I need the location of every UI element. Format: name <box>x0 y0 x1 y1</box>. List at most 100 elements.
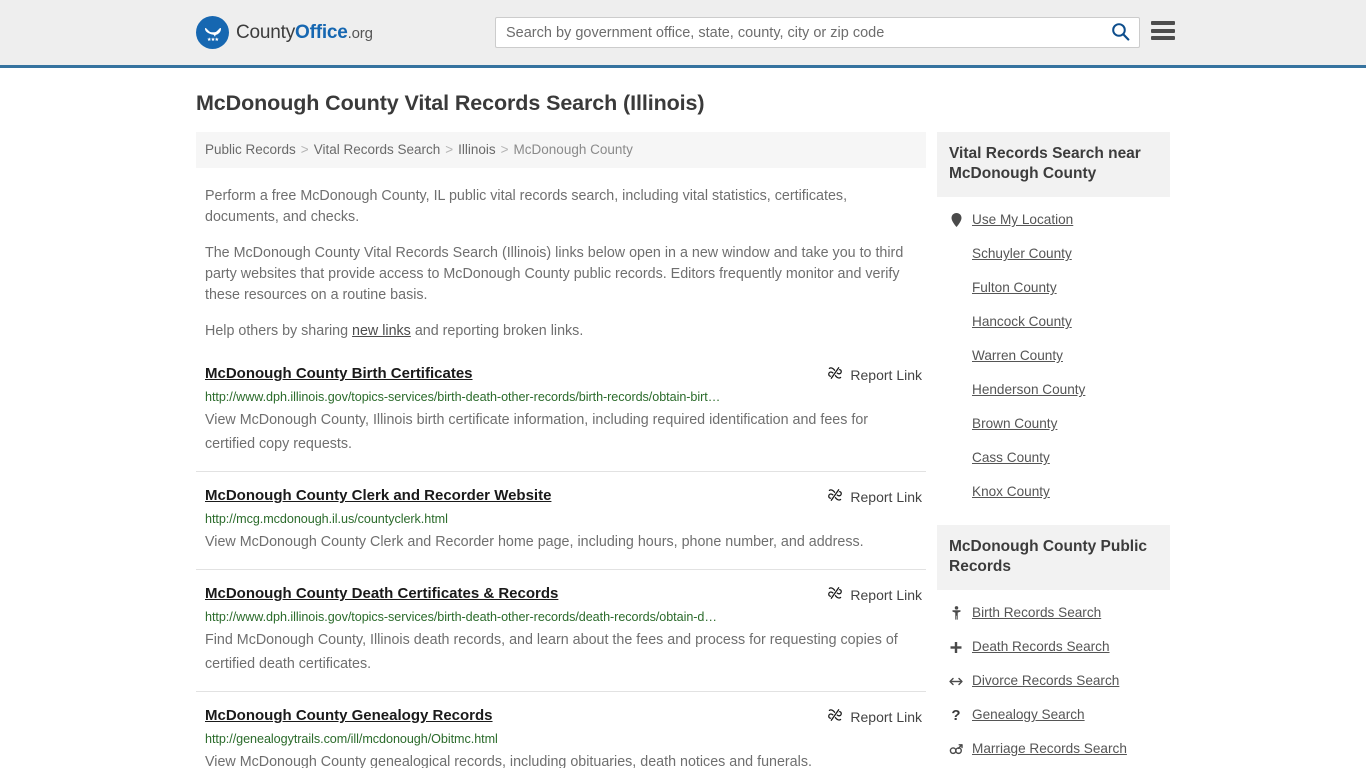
left-right-arrow-icon <box>949 676 963 687</box>
breadcrumb: Public Records > Vital Records Search > Illi… <box>196 132 926 169</box>
breadcrumb-separator: > <box>500 142 509 157</box>
question-mark-icon: ? <box>951 706 961 724</box>
sidebar-item-henderson-county[interactable]: Henderson County <box>937 373 1170 407</box>
result-url: http://mcg.mcdonough.il.us/countyclerk.h… <box>205 512 448 527</box>
breadcrumb-item-mcdonough-county: McDonough County <box>513 142 633 157</box>
search-button[interactable] <box>1101 18 1139 47</box>
result-title-link[interactable]: McDonough County Clerk and Recorder Webs… <box>205 486 551 505</box>
sidebar-link[interactable]: Divorce Records Search <box>972 672 1119 690</box>
result-description: Find McDonough County, Illinois death re… <box>205 632 898 673</box>
result-title-link[interactable]: McDonough County Birth Certificates <box>205 364 473 383</box>
search-input[interactable] <box>496 18 1101 47</box>
sidebar-item-use-my-location[interactable]: Use My Location <box>937 197 1170 237</box>
sidebar-link[interactable]: Hancock County <box>972 313 1072 331</box>
sidebar-item-cass-county[interactable]: Cass County <box>937 441 1170 475</box>
result-url: http://www.dph.illinois.gov/topics-servi… <box>205 390 721 405</box>
sidebar-nearby-heading: Vital Records Search near McDonough Coun… <box>937 132 1170 197</box>
sidebar-link[interactable]: Birth Records Search <box>972 604 1101 622</box>
hamburger-menu-icon[interactable] <box>1151 21 1175 40</box>
sidebar-nearby-list: Use My Location Schuyler County Fulton C… <box>937 197 1170 509</box>
broken-link-icon <box>827 365 843 384</box>
result-url: http://genealogytrails.com/ill/mcdonough… <box>205 732 498 747</box>
intro-p3-before: Help others by sharing <box>205 323 353 340</box>
intro-paragraph-1: Perform a free McDonough County, IL publ… <box>205 188 848 226</box>
baby-icon <box>949 606 963 620</box>
result-item: McDonough County Clerk and Recorder Webs… <box>196 486 926 571</box>
site-header: CountyOffice.org <box>0 0 1366 68</box>
sidebar-link[interactable]: Marriage Records Search <box>972 740 1127 758</box>
sidebar-item-genealogy-search[interactable]: ? Genealogy Search <box>937 698 1170 732</box>
logo-word-tld: .org <box>347 24 373 42</box>
breadcrumb-separator: > <box>445 142 454 157</box>
intro-paragraph-2: The McDonough County Vital Records Searc… <box>205 245 904 304</box>
sidebar-nearby-box: Vital Records Search near McDonough Coun… <box>937 132 1170 509</box>
logo-word-office: Office <box>295 21 348 43</box>
logo-word-county: County <box>236 21 296 43</box>
result-item: McDonough County Death Certificates & Re… <box>196 584 926 693</box>
report-link-button[interactable]: Report Link <box>827 707 922 726</box>
sidebar-link[interactable]: Cass County <box>972 449 1050 467</box>
sidebar-link[interactable]: Use My Location <box>972 211 1073 229</box>
report-link-button[interactable]: Report Link <box>827 585 922 604</box>
report-link-button[interactable]: Report Link <box>827 365 922 384</box>
sidebar-item-knox-county[interactable]: Knox County <box>937 475 1170 509</box>
sidebar-public-records-box: McDonough County Public Records Birth Re… <box>937 525 1170 766</box>
result-description: View McDonough County Clerk and Recorder… <box>205 534 864 551</box>
logo-wordmark: CountyOffice.org <box>236 22 373 44</box>
sidebar-link[interactable]: Fulton County <box>972 279 1057 297</box>
search-icon <box>1111 22 1130 44</box>
sidebar-public-records-heading: McDonough County Public Records <box>937 525 1170 590</box>
sidebar-item-fulton-county[interactable]: Fulton County <box>937 271 1170 305</box>
page-body: McDonough County Vital Records Search (I… <box>0 91 1366 768</box>
sidebar-item-hancock-county[interactable]: Hancock County <box>937 305 1170 339</box>
result-description: View McDonough County, Illinois birth ce… <box>205 412 869 453</box>
intro-text: Perform a free McDonough County, IL publ… <box>196 186 926 342</box>
sidebar-item-brown-county[interactable]: Brown County <box>937 407 1170 441</box>
breadcrumb-item-public-records[interactable]: Public Records <box>205 142 296 157</box>
report-link-button[interactable]: Report Link <box>827 487 922 506</box>
result-description: View McDonough County genealogical recor… <box>205 754 812 768</box>
sidebar-item-death-records-search[interactable]: Death Records Search <box>937 630 1170 664</box>
result-url: http://www.dph.illinois.gov/topics-servi… <box>205 610 717 625</box>
sidebar-item-marriage-records-search[interactable]: Marriage Records Search <box>937 732 1170 766</box>
result-item: McDonough County Birth Certificates Repo… <box>196 364 926 473</box>
report-link-label: Report Link <box>850 586 922 603</box>
search-bar[interactable] <box>495 17 1140 48</box>
sidebar-item-divorce-records-search[interactable]: Divorce Records Search <box>937 664 1170 698</box>
male-female-icon <box>949 743 963 756</box>
page-title: McDonough County Vital Records Search (I… <box>196 91 705 115</box>
broken-link-icon <box>827 487 843 506</box>
result-title-link[interactable]: McDonough County Genealogy Records <box>205 706 493 725</box>
sidebar-link[interactable]: Brown County <box>972 415 1057 433</box>
map-pin-icon <box>949 213 963 227</box>
new-links-link[interactable]: new links <box>352 323 411 339</box>
sidebar-link[interactable]: Genealogy Search <box>972 706 1085 724</box>
results-list: McDonough County Birth Certificates Repo… <box>196 364 926 768</box>
sidebar-item-birth-records-search[interactable]: Birth Records Search <box>937 590 1170 630</box>
content-row: Public Records > Vital Records Search > Illi… <box>196 132 1366 768</box>
sidebar-item-schuyler-county[interactable]: Schuyler County <box>937 237 1170 271</box>
result-item: McDonough County Genealogy Records Repor… <box>196 706 926 768</box>
breadcrumb-separator: > <box>300 142 309 157</box>
sidebar-link[interactable]: Schuyler County <box>972 245 1072 263</box>
breadcrumb-item-vital-records-search[interactable]: Vital Records Search <box>314 142 441 157</box>
report-link-label: Report Link <box>850 366 922 383</box>
report-link-label: Report Link <box>850 708 922 725</box>
sidebar-public-records-list: Birth Records Search Death Records Searc… <box>937 590 1170 766</box>
intro-paragraph-3: Help others by sharing new links and rep… <box>205 321 921 342</box>
result-header: McDonough County Death Certificates & Re… <box>205 584 926 604</box>
result-header: McDonough County Birth Certificates Repo… <box>205 364 926 384</box>
sidebar-link[interactable]: Death Records Search <box>972 638 1110 656</box>
site-logo[interactable]: CountyOffice.org <box>196 16 373 49</box>
breadcrumb-item-illinois[interactable]: Illinois <box>458 142 496 157</box>
cross-icon <box>949 641 963 654</box>
intro-p3-after: and reporting broken links. <box>410 323 584 340</box>
sidebar-link[interactable]: Warren County <box>972 347 1063 365</box>
sidebar-link[interactable]: Henderson County <box>972 381 1085 399</box>
sidebar-item-warren-county[interactable]: Warren County <box>937 339 1170 373</box>
report-link-label: Report Link <box>850 488 922 505</box>
sidebar-link[interactable]: Knox County <box>972 483 1050 501</box>
eagle-shield-logo-icon <box>196 16 229 49</box>
result-title-link[interactable]: McDonough County Death Certificates & Re… <box>205 584 558 603</box>
sidebar: Vital Records Search near McDonough Coun… <box>937 132 1170 766</box>
